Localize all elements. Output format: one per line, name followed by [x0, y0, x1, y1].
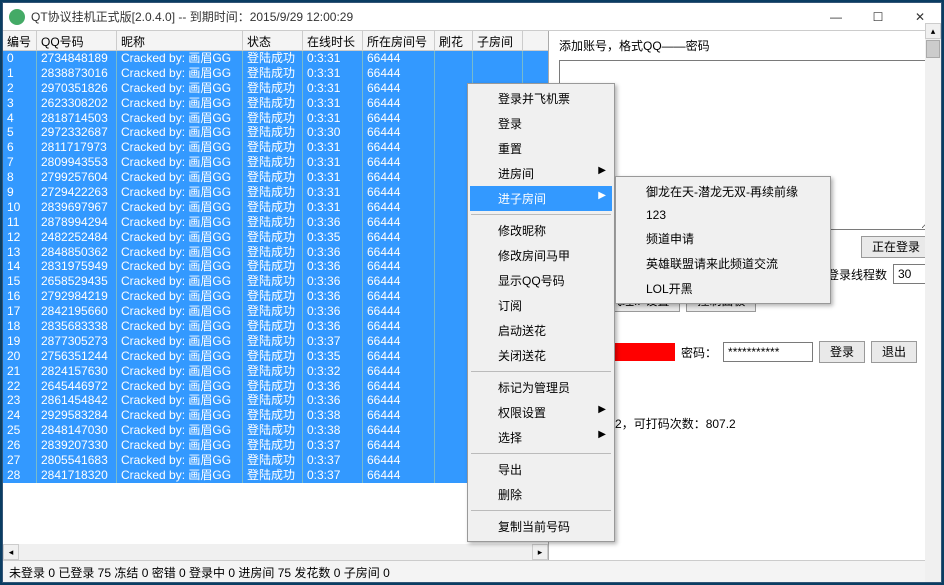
window-title: QT协议挂机正式版[2.0.4.0] -- 到期时间：2015/9/29 12:…: [31, 8, 815, 25]
col-nick[interactable]: 昵称: [117, 31, 243, 50]
col-flower[interactable]: 刷花: [435, 31, 473, 50]
submenu-item[interactable]: 频道申请: [618, 226, 828, 251]
submenu-item[interactable]: 英雄联盟请来此频道交流: [618, 251, 828, 276]
menu-item[interactable]: 删除: [470, 482, 612, 507]
threads-label: 登录线程数: [827, 266, 887, 283]
menu-item[interactable]: 导出: [470, 457, 612, 482]
minimize-button[interactable]: —: [815, 3, 857, 30]
menu-item[interactable]: 标记为管理员: [470, 375, 612, 400]
exit-button[interactable]: 退出: [871, 341, 917, 363]
submenu-item[interactable]: 123: [618, 204, 828, 226]
col-qq[interactable]: QQ号码: [37, 31, 117, 50]
chevron-right-icon: ▶: [598, 190, 606, 201]
menu-item[interactable]: 登录并飞机票: [470, 86, 612, 111]
menu-item[interactable]: 重置: [470, 136, 612, 161]
scroll-right-icon[interactable]: ▸: [532, 544, 548, 560]
menu-item[interactable]: 修改昵称: [470, 218, 612, 243]
submenu-item[interactable]: LOL开黑: [618, 276, 828, 301]
chevron-right-icon: ▶: [598, 404, 606, 415]
col-index[interactable]: 编号: [3, 31, 37, 50]
table-row[interactable]: 02734848189Cracked by: 画眉GG登陆成功0:3:31664…: [3, 51, 548, 66]
chevron-right-icon: ▶: [598, 429, 606, 440]
menu-item[interactable]: 登录: [470, 111, 612, 136]
menu-item[interactable]: 选择▶: [470, 425, 612, 450]
menu-item[interactable]: 复制当前号码: [470, 514, 612, 539]
pwd-input[interactable]: [723, 342, 813, 362]
col-subroom[interactable]: 子房间: [473, 31, 523, 50]
menu-item[interactable]: 显示QQ号码: [470, 268, 612, 293]
menu-item[interactable]: 权限设置▶: [470, 400, 612, 425]
menu-item[interactable]: 订阅: [470, 293, 612, 318]
menu-item[interactable]: 进房间▶: [470, 161, 612, 186]
maximize-button[interactable]: ☐: [857, 3, 899, 30]
status-bar: 未登录 0 已登录 75 冻结 0 密错 0 登录中 0 进房间 75 发花数 …: [3, 560, 941, 582]
menu-item[interactable]: 进子房间▶: [470, 186, 612, 211]
app-icon: [9, 9, 25, 25]
table-header: 编号 QQ号码 昵称 状态 在线时长 所在房间号 刷花 子房间: [3, 31, 548, 51]
menu-item[interactable]: 关闭送花: [470, 343, 612, 368]
submenu-subroom[interactable]: 御龙在天-潜龙无双-再续前缘123频道申请英雄联盟请来此频道交流LOL开黑: [615, 176, 831, 304]
col-online[interactable]: 在线时长: [303, 31, 363, 50]
pwd-label: 密码：: [681, 344, 717, 361]
submenu-item[interactable]: 御龙在天-潜龙无双-再续前缘: [618, 179, 828, 204]
context-menu[interactable]: 登录并飞机票登录重置进房间▶进子房间▶ 修改昵称修改房间马甲显示QQ号码订阅启动送…: [467, 83, 615, 542]
menu-item[interactable]: 启动送花: [470, 318, 612, 343]
add-account-label: 添加账号，格式QQ——密码: [559, 37, 931, 54]
col-room[interactable]: 所在房间号: [363, 31, 435, 50]
menu-item[interactable]: 修改房间马甲: [470, 243, 612, 268]
chevron-right-icon: ▶: [598, 165, 606, 176]
col-status[interactable]: 状态: [243, 31, 303, 50]
table-row[interactable]: 12838873016Cracked by: 画眉GG登陆成功0:3:31664…: [3, 66, 548, 81]
login-now-button[interactable]: 正在登录: [861, 236, 931, 258]
scroll-left-icon[interactable]: ◂: [3, 544, 19, 560]
login-button[interactable]: 登录: [819, 341, 865, 363]
title-bar[interactable]: QT协议挂机正式版[2.0.4.0] -- 到期时间：2015/9/29 12:…: [3, 3, 941, 31]
h-scrollbar[interactable]: ◂ ▸: [3, 544, 548, 560]
